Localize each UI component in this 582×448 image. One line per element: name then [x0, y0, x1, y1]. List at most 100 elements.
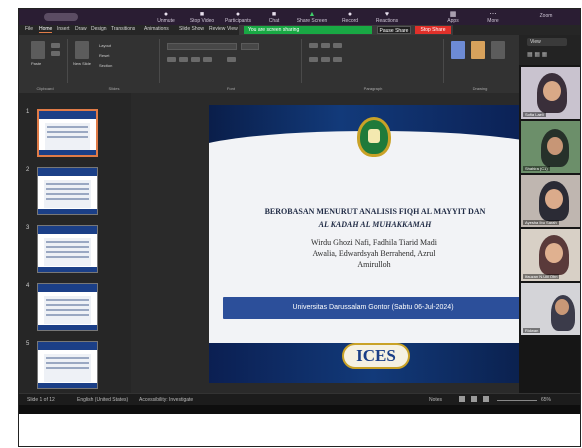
paragraph-caption: Paragraph: [363, 86, 383, 91]
chat-button[interactable]: ■ Chat: [257, 11, 291, 24]
clipboard-group: Paste Clipboard: [23, 39, 68, 91]
cut-button[interactable]: [51, 43, 60, 48]
participant-name: Sofia Laeli: [523, 112, 546, 117]
participant-header: View ▦ ▦ ▦: [519, 35, 580, 65]
participant-face: [547, 137, 563, 155]
current-slide[interactable]: BEROBASAN MENURUT ANALISIS FIQH AL MAYYI…: [209, 105, 537, 383]
paste-label: Paste: [31, 61, 42, 66]
reset-button[interactable]: Reset: [99, 53, 109, 58]
align-center-button[interactable]: [321, 57, 330, 62]
align-right-button[interactable]: [333, 57, 342, 62]
ices-logo: ICES: [342, 343, 410, 369]
tab-draw[interactable]: Draw: [75, 26, 87, 32]
tab-transitions[interactable]: Transitions: [111, 26, 135, 32]
language-indicator[interactable]: English (United States): [77, 397, 128, 403]
stop-share-button[interactable]: Stop Share: [415, 26, 451, 34]
participant-face: [545, 189, 563, 209]
slide-thumbnail[interactable]: [37, 225, 98, 273]
tab-slide-show[interactable]: Slide Show: [179, 26, 204, 32]
participant-panel: View ▦ ▦ ▦ Sofia Laeli Shahira (C1) Ayes…: [519, 35, 580, 393]
font-size-field[interactable]: [241, 43, 259, 50]
new-slide-label: New Slide: [73, 61, 92, 66]
normal-view-icon[interactable]: [459, 396, 465, 402]
participant-tile[interactable]: Sofia Laeli: [521, 67, 580, 119]
strikethrough-button[interactable]: [203, 57, 212, 62]
zoom-window: ● Unmute ■ Stop Video ● Participants ■ Chat …: [19, 9, 580, 414]
copy-button[interactable]: [51, 51, 60, 56]
participant-tile[interactable]: Ayesha Ibu Sarah: [521, 175, 580, 227]
slide-authors: Wirdu Ghozi Nafi, Fadhila Tiarid Madi Aw…: [269, 237, 479, 270]
pause-share-button[interactable]: Pause Share: [377, 26, 411, 34]
reactions-button[interactable]: ♥ Reactions: [369, 11, 405, 24]
align-left-button[interactable]: [309, 57, 318, 62]
participant-face: [555, 299, 569, 315]
tab-design[interactable]: Design: [91, 26, 107, 32]
slide-thumbnail[interactable]: [37, 167, 98, 215]
numbering-button[interactable]: [321, 43, 330, 48]
arrange-button[interactable]: [471, 41, 485, 59]
slide-count: Slide 1 of 12: [27, 397, 55, 403]
thumb-number: 4: [26, 283, 30, 289]
authors-line-2: Awalia, Edwardsyah Berrahend, Azrul: [312, 249, 436, 258]
layout-button[interactable]: Layout: [99, 43, 111, 48]
participant-tile[interactable]: Shahira (C1): [521, 121, 580, 173]
font-group: Font: [161, 39, 302, 91]
slide-title-line-1: BEROBASAN MENURUT ANALISIS FIQH AL MAYYI…: [264, 207, 486, 216]
view-button[interactable]: View: [527, 38, 567, 46]
zoom-slider[interactable]: [497, 400, 537, 401]
slide-thumbnail[interactable]: [37, 109, 98, 157]
stop-video-button[interactable]: ■ Stop Video: [185, 11, 219, 24]
apps-button[interactable]: ▦ Apps: [439, 11, 467, 24]
section-button[interactable]: Section: [99, 63, 112, 68]
slide-thumbnail-panel: 1 2 3 4 5: [19, 93, 131, 393]
window-label: Zoom: [539, 13, 553, 19]
tab-home[interactable]: Home: [39, 26, 53, 33]
clipboard-caption: Clipboard: [36, 86, 54, 91]
authors-line-1: Wirdu Ghozi Nafi, Fadhila Tiarid Madi: [311, 238, 437, 247]
share-banner: You are screen sharing Pause Share Stop …: [239, 25, 453, 35]
participant-name: Ayesha Ibu Sarah: [523, 220, 559, 225]
record-button[interactable]: ● Record: [333, 11, 367, 24]
authors-line-3: Amirulloh: [357, 260, 391, 269]
tab-insert[interactable]: Insert: [57, 26, 70, 32]
quick-styles-button[interactable]: [491, 41, 505, 59]
share-screen-button[interactable]: ▲ Share Screen: [293, 11, 331, 24]
gallery-icon[interactable]: ▦ ▦ ▦: [527, 51, 547, 58]
paste-button[interactable]: [31, 41, 45, 59]
unmute-button[interactable]: ● Unmute: [149, 11, 183, 24]
slide-thumbnail[interactable]: [37, 341, 98, 389]
participants-button[interactable]: ● Participants: [221, 11, 255, 24]
slide-sorter-icon[interactable]: [471, 396, 477, 402]
font-name-field[interactable]: [167, 43, 237, 50]
institution-banner: Universitas Darussalam Gontor (Sabtu 06-…: [223, 297, 523, 319]
more-button[interactable]: ⋯ More: [479, 11, 507, 24]
tab-animations[interactable]: Animations: [144, 26, 169, 32]
participant-tile[interactable]: Ifauzan N.Ulil Ohn: [521, 229, 580, 281]
italic-button[interactable]: [179, 57, 188, 62]
drawing-caption: Drawing: [472, 86, 488, 91]
windows-taskbar: [19, 405, 580, 414]
thumb-number: 3: [26, 225, 30, 231]
underline-button[interactable]: [191, 57, 200, 62]
participant-name: Ifauzan N.Ulil Ohn: [523, 274, 560, 279]
slide-thumbnail[interactable]: [37, 283, 98, 331]
reading-view-icon[interactable]: [483, 396, 489, 402]
bold-button[interactable]: [167, 57, 176, 62]
participant-name: Ridwan: [523, 328, 541, 333]
recording-indicator: [44, 13, 78, 21]
zoom-percentage[interactable]: 65%: [541, 397, 551, 403]
font-color-button[interactable]: [227, 57, 236, 62]
tab-review[interactable]: Review: [209, 26, 225, 32]
new-slide-button[interactable]: [75, 41, 89, 59]
notes-button[interactable]: Notes: [429, 397, 442, 403]
zoom-toolbar: ● Unmute ■ Stop Video ● Participants ■ Chat …: [19, 9, 580, 25]
accessibility-checker[interactable]: Accessibility: Investigate: [139, 397, 193, 403]
participant-face: [545, 243, 563, 263]
tab-file[interactable]: File: [25, 26, 33, 32]
tab-view[interactable]: View: [227, 26, 238, 32]
bullets-button[interactable]: [309, 43, 318, 48]
indent-button[interactable]: [333, 43, 342, 48]
participant-name: Shahira (C1): [523, 166, 550, 171]
shapes-button[interactable]: [451, 41, 465, 59]
participant-tile[interactable]: Ridwan: [521, 283, 580, 335]
